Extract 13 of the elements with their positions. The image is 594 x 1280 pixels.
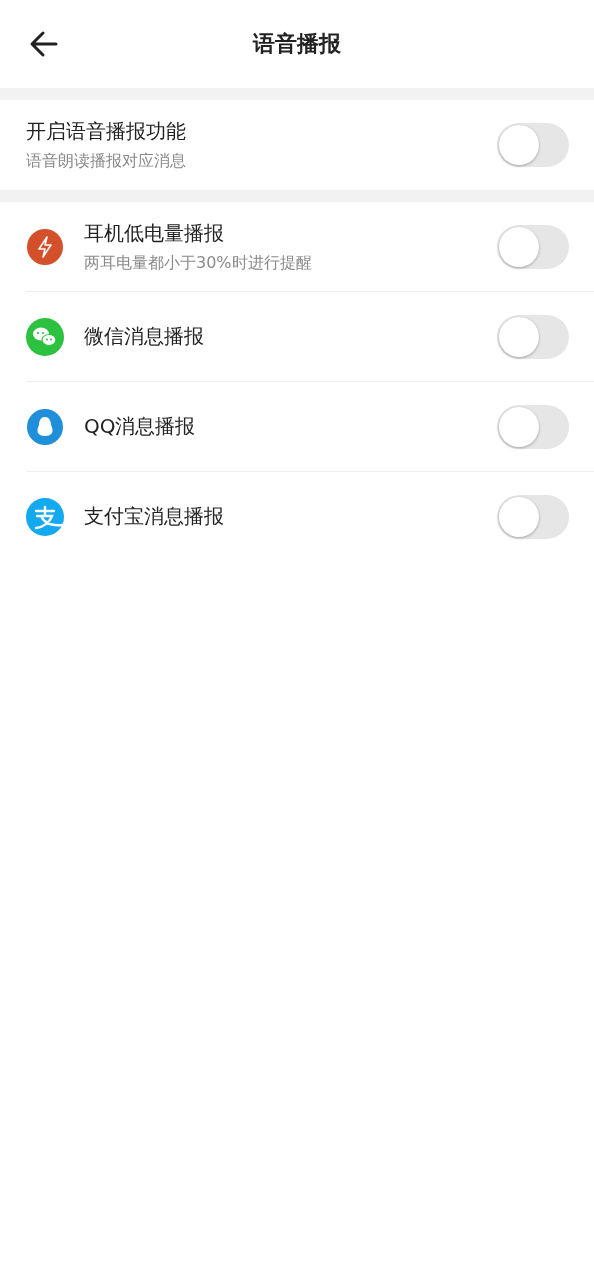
setting-label: 支付宝消息播报 xyxy=(84,503,225,530)
setting-description: 两耳电量都小于30%时进行提醒 xyxy=(84,252,313,274)
setting-description: 语音朗读播报对应消息 xyxy=(26,151,187,172)
toggle-switch[interactable] xyxy=(497,123,569,167)
toggle-switch[interactable] xyxy=(497,224,569,269)
setting-label: 微信消息播报 xyxy=(84,323,205,350)
toggle-switch[interactable] xyxy=(497,404,569,449)
setting-label: QQ消息播报 xyxy=(84,413,197,440)
setting-label: 开启语音播报功能 xyxy=(26,118,187,145)
toggle-switch[interactable] xyxy=(497,314,569,359)
toggle-switch[interactable] xyxy=(497,494,569,539)
page-title: 语音播报 xyxy=(253,30,341,58)
setting-label: 耳机低电量播报 xyxy=(84,219,225,247)
